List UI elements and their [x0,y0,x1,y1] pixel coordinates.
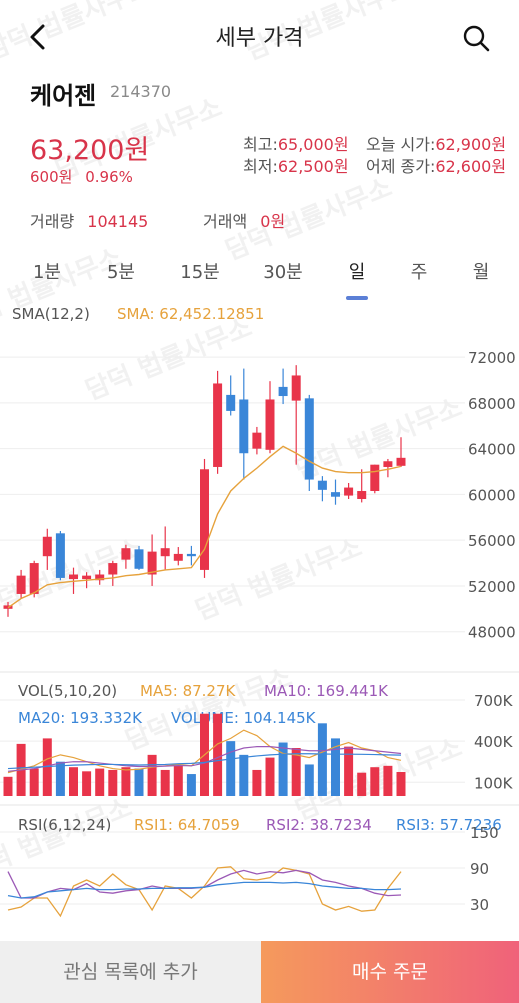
rsi-tick-label: 150 [470,824,499,842]
rsi2-line [7,869,402,899]
candle-body [331,492,340,497]
volume-bar [278,742,288,796]
candle-body [82,575,92,580]
candle-body [239,399,249,454]
candle-body [226,394,236,411]
volume-bar [370,767,380,796]
candle-body [16,575,26,594]
candle-body [121,548,131,560]
candle-body [69,574,78,580]
candle-body [370,464,380,491]
volume-bar [134,768,144,796]
candle-body [317,480,327,490]
add-to-watchlist-button[interactable]: 관심 목록에 추가 [0,941,261,1003]
price-tick-label: 68000 [468,395,516,413]
candle-body [357,490,367,499]
rsi1-line [7,866,402,918]
volume-bar [252,769,262,796]
candle-body [29,563,39,594]
volume-bar [317,723,327,796]
volume-bar [239,754,249,796]
candle-body [383,461,393,467]
candle-body [265,399,275,450]
volume-bar [186,774,196,796]
volume-bar [55,761,65,796]
volume-tick-label: 700K [474,692,514,710]
volume-bar [69,767,78,796]
price-tick-label: 72000 [468,349,516,367]
candle-body [42,536,52,557]
candle-body [134,549,144,569]
volume-bar [147,754,157,796]
candle-body [108,563,118,575]
rsi-tick-label: 90 [470,860,489,878]
price-tick-label: 56000 [468,532,516,550]
price-tick-label: 48000 [468,624,516,642]
volume-tick-label: 400K [474,733,514,751]
volume-bar [3,776,13,796]
volume-bar [121,767,131,796]
volume-bar [396,772,406,796]
candle-body [396,457,406,466]
price-tick-label: 60000 [468,486,516,504]
volume-bar [173,765,183,796]
volume-bar [357,772,367,796]
volume-bar [213,713,223,796]
candle-body [278,386,288,397]
price-tick-label: 52000 [468,578,516,596]
volume-bar [29,768,39,796]
volume-bar [226,741,236,796]
candle-body [304,398,314,480]
candle-body [344,487,354,496]
candle-body [160,548,170,557]
candle-body [186,553,196,557]
volume-bar [383,765,393,796]
volume-bar [265,757,275,796]
price-tick-label: 64000 [468,441,516,459]
volume-bar [95,768,105,796]
volume-bar [108,769,118,796]
candle-body [291,375,301,401]
candle-body [252,432,262,449]
rsi-tick-label: 30 [470,896,489,914]
volume-bar [160,769,170,796]
volume-tick-label: 100K [474,774,514,792]
buy-order-button[interactable]: 매수 주문 [261,941,519,1003]
candle-body [55,533,65,578]
volume-bar [82,771,92,796]
candle-body [173,553,183,561]
candle-body [213,383,223,467]
price-chart[interactable]: 72000 68000 64000 60000 56000 52000 48000 700K… [0,0,519,940]
volume-bar [304,764,314,796]
